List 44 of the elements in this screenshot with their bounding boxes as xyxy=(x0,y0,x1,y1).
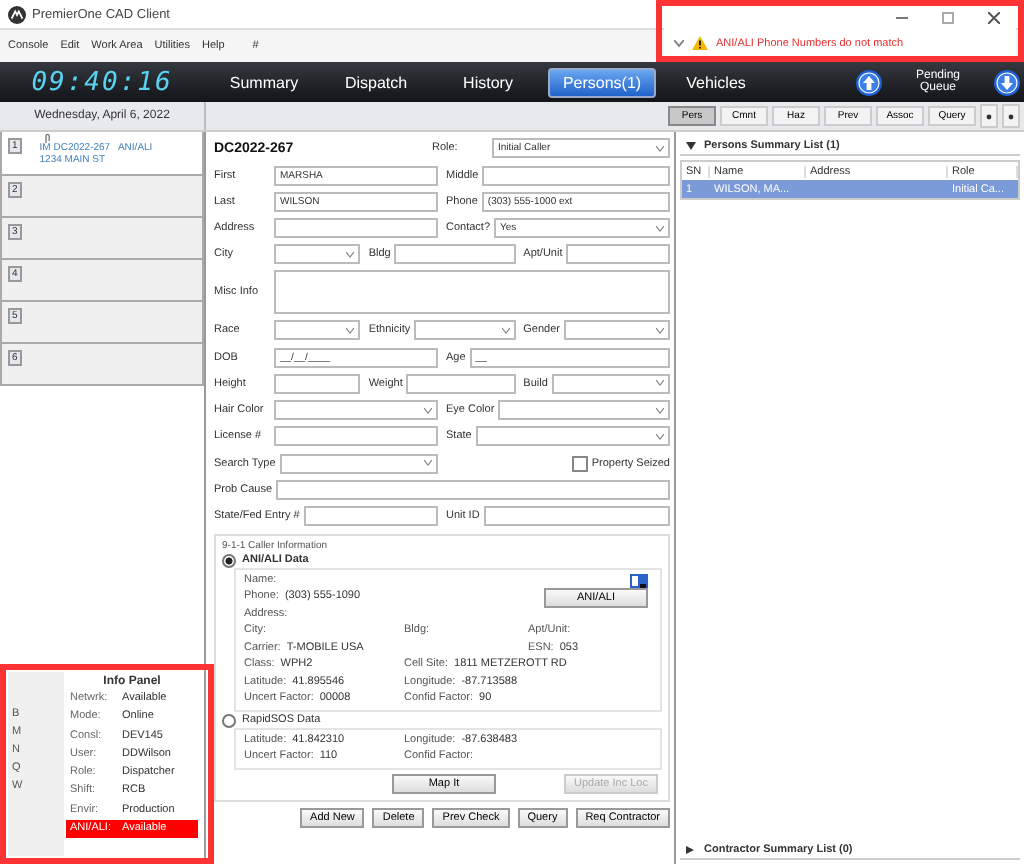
input-field[interactable] xyxy=(274,218,438,239)
radio-button[interactable] xyxy=(222,553,236,568)
triangle-icon xyxy=(686,845,696,853)
nav-tab[interactable]: Summary xyxy=(212,67,316,97)
nav-tab[interactable]: Vehicles xyxy=(664,67,768,97)
logo-icon xyxy=(8,5,26,23)
checkbox[interactable] xyxy=(571,455,588,472)
nav-tab[interactable]: Persons(1) xyxy=(548,67,656,97)
scroll-left-button[interactable] xyxy=(980,104,998,128)
dropdown[interactable] xyxy=(279,453,438,474)
dropdown[interactable] xyxy=(498,400,670,421)
input-field[interactable] xyxy=(274,373,361,394)
dropdown[interactable] xyxy=(475,426,670,447)
dropdown[interactable] xyxy=(274,244,361,265)
dropdown[interactable] xyxy=(274,320,361,341)
dropdown[interactable] xyxy=(274,400,438,421)
warning-icon xyxy=(692,36,708,50)
input-field[interactable] xyxy=(482,165,670,186)
input-field[interactable] xyxy=(274,426,438,447)
input-field[interactable] xyxy=(276,480,670,501)
down-arrow-icon[interactable] xyxy=(994,69,1020,95)
dot-icon xyxy=(1008,113,1014,119)
minimize-icon[interactable] xyxy=(896,12,908,24)
chevron-icon[interactable] xyxy=(674,39,684,47)
dropdown[interactable] xyxy=(414,320,516,341)
dot-icon xyxy=(986,113,992,119)
triangle-icon xyxy=(686,141,696,149)
radio-button[interactable] xyxy=(222,713,236,728)
scroll-right-button[interactable] xyxy=(1002,104,1020,128)
clock: 09:40:16 xyxy=(31,67,173,97)
dropdown[interactable] xyxy=(564,320,670,341)
input-field[interactable] xyxy=(303,506,438,527)
text-area[interactable] xyxy=(274,270,670,315)
maximize-icon[interactable] xyxy=(942,12,954,24)
input-field[interactable] xyxy=(566,244,670,265)
close-icon[interactable] xyxy=(988,12,1000,24)
dropdown[interactable] xyxy=(551,373,670,394)
input-field[interactable] xyxy=(483,506,670,527)
paperclip-icon xyxy=(44,134,50,144)
input-field[interactable] xyxy=(406,373,516,394)
nav-tab[interactable]: History xyxy=(436,67,540,97)
nav-tab[interactable]: Dispatch xyxy=(324,67,428,97)
input-field[interactable] xyxy=(394,244,516,265)
up-arrow-icon[interactable] xyxy=(856,69,882,95)
